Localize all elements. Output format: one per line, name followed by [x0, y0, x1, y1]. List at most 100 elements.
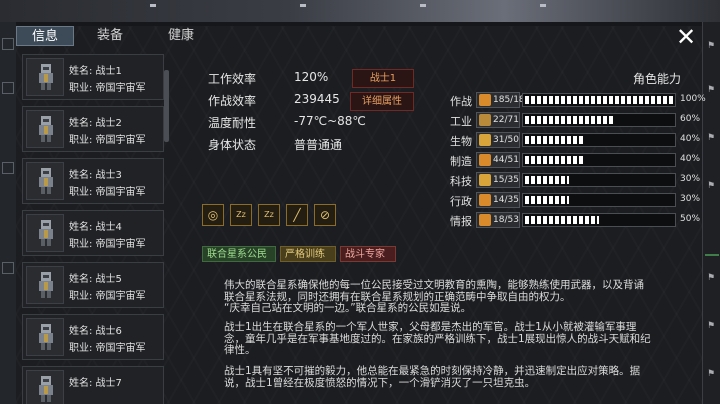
person-icon[interactable]: ⚑ [707, 322, 717, 338]
zzz-box-icon[interactable]: Zz [258, 204, 280, 226]
ability-percent: 40% [680, 154, 701, 164]
desc-line: 伟大的联合星系确保他的每一位公民接受过文明教育的熏陶，能够熟练使用武器，以及背诵 [224, 279, 644, 291]
avatar [26, 318, 64, 356]
ability-percent: 30% [680, 174, 701, 184]
ability-percent: 40% [680, 134, 701, 144]
ability-percent: 60% [680, 114, 701, 124]
ability-label: 情报 [450, 215, 472, 228]
status-bar [705, 254, 719, 256]
ability-label: 工业 [450, 115, 472, 128]
fist-icon [479, 94, 491, 106]
person-icon[interactable]: ⚑ [707, 274, 717, 290]
avatar [26, 214, 64, 252]
avatar [26, 266, 64, 304]
person-icon[interactable]: ⚑ [707, 370, 717, 386]
tab-info[interactable]: 信息 [16, 26, 74, 46]
ability-bar [522, 173, 676, 187]
character-name: 姓名: 战士3 [69, 170, 122, 181]
no-entry-icon[interactable]: ⊘ [314, 204, 336, 226]
right-edge: ⚑ ⚑ ⚑ ⚑ ⚑ ⚑ ⚑ [702, 22, 720, 404]
strip-pixel [540, 4, 546, 7]
soldier-avatar-icon [39, 64, 53, 90]
person-icon[interactable]: ⚑ [707, 86, 717, 102]
character-panel: 信息 装备 健康 ✕ 姓名: 战士1 职业: 帝国宇宙军 姓名: 战士2 职业: 帝国… [16, 25, 706, 404]
ability-value: 31/50 [476, 132, 520, 148]
character-card[interactable]: 姓名: 战士1 职业: 帝国宇宙军 [22, 54, 164, 100]
work-eff-label: 工作效率 [208, 72, 257, 86]
tab-health[interactable]: 健康 [156, 26, 206, 46]
temp-value: -77℃~88℃ [294, 114, 366, 128]
avatar [26, 58, 64, 96]
combat-eff-label: 作战效率 [208, 94, 257, 108]
ability-label: 科技 [450, 175, 472, 188]
character-card[interactable]: 姓名: 战士2 职业: 帝国宇宙军 [22, 106, 164, 152]
ability-label: 作战 [450, 95, 472, 108]
character-card[interactable]: 姓名: 战士4 职业: 帝国宇宙军 [22, 210, 164, 256]
character-card[interactable]: 姓名: 战士5 职业: 帝国宇宙军 [22, 262, 164, 308]
ability-bar-fill [525, 156, 585, 164]
character-job: 职业: 帝国宇宙军 [69, 135, 146, 146]
soldier-avatar-icon [39, 272, 53, 298]
paw-icon [479, 134, 491, 146]
desc-paragraph-3: 战士1具有坚不可摧的毅力，他总能在最紧急的时刻保持冷静，并迅速制定出应对策略。据… [224, 365, 694, 389]
character-job: 职业: 帝国宇宙军 [69, 291, 146, 302]
character-name: 姓名: 战士4 [69, 222, 122, 233]
character-name: 姓名: 战士5 [69, 274, 122, 285]
ability-value: 22/71 [476, 112, 520, 128]
bandage-icon[interactable]: ╱ [286, 204, 308, 226]
combat-eff-value: 239445 [294, 92, 340, 106]
avatar [26, 110, 64, 148]
character-job: 职业: 帝国宇宙军 [69, 187, 146, 198]
zzz-icon[interactable]: Zz [230, 204, 252, 226]
desc-line: 说，战士1曾经在极度愤怒的情况下，一个滑铲消灭了一只坦克虫。 [224, 376, 536, 389]
strip-pixel [300, 4, 306, 7]
atom-icon [479, 174, 491, 186]
ability-label: 制造 [450, 155, 472, 168]
character-name: 姓名: 战士7 [69, 378, 122, 389]
ability-bar-fill [525, 136, 585, 144]
ability-bar-fill [525, 216, 599, 224]
trait-training[interactable]: 严格训练 [280, 246, 336, 262]
character-card[interactable]: 姓名: 战士6 职业: 帝国宇宙军 [22, 314, 164, 360]
avatar [26, 370, 64, 404]
detail-button[interactable]: 详细属性 [350, 92, 414, 111]
trait-combat-expert[interactable]: 战斗专家 [340, 246, 396, 262]
character-list[interactable]: 姓名: 战士1 职业: 帝国宇宙军 姓名: 战士2 职业: 帝国宇宙军姓名: 战士3 职… [22, 54, 174, 404]
target-icon[interactable]: ◎ [202, 204, 224, 226]
edge-mark [2, 38, 14, 50]
desc-line: “庆幸自己站在文明的一边。”联合星系的公民如是说。 [224, 302, 472, 314]
character-job: 职业: 帝国宇宙军 [69, 343, 146, 354]
ability-bar-fill [525, 196, 570, 204]
ability-label: 生物 [450, 135, 472, 148]
ability-bar [522, 93, 676, 107]
ability-value: 185/185 [476, 92, 530, 108]
character-card[interactable]: 姓名: 战士7 [22, 366, 164, 404]
desc-line: 念，童年几乎是在军事基地度过的。在家族的严格训练下，战士1展现出惊人的战斗天赋和… [224, 332, 651, 345]
tab-bar: 信息 装备 健康 ✕ [16, 25, 702, 49]
close-icon[interactable]: ✕ [675, 25, 697, 49]
character-job: 职业: 帝国宇宙军 [69, 83, 146, 94]
trait-citizen[interactable]: 联合星系公民 [202, 246, 276, 262]
avatar [26, 162, 64, 200]
character-card[interactable]: 姓名: 战士3 职业: 帝国宇宙军 [22, 158, 164, 204]
soldier-avatar-icon [39, 324, 53, 350]
tab-equipment[interactable]: 装备 [74, 26, 146, 46]
ability-bar-fill [525, 176, 570, 184]
ability-value: 14/35 [476, 192, 520, 208]
ability-value: 18/53 [476, 212, 520, 228]
person-icon[interactable]: ⚑ [707, 42, 717, 58]
person-icon[interactable]: ⚑ [707, 182, 717, 198]
character-job: 职业: 帝国宇宙军 [69, 239, 146, 250]
soldier-avatar-icon [39, 116, 53, 142]
list-scrollbar[interactable] [164, 70, 169, 142]
person-icon[interactable]: ⚑ [707, 134, 717, 150]
ability-value: 15/35 [476, 172, 520, 188]
ability-bar [522, 113, 676, 127]
soldier-avatar-icon [39, 168, 53, 194]
ability-value: 44/51 [476, 152, 520, 168]
abilities-title: 角色能力 [633, 72, 682, 86]
desc-line: 律性。 [224, 344, 256, 356]
strip-pixel [420, 4, 426, 7]
soldier-avatar-icon [39, 376, 53, 402]
ability-percent: 50% [680, 214, 701, 224]
